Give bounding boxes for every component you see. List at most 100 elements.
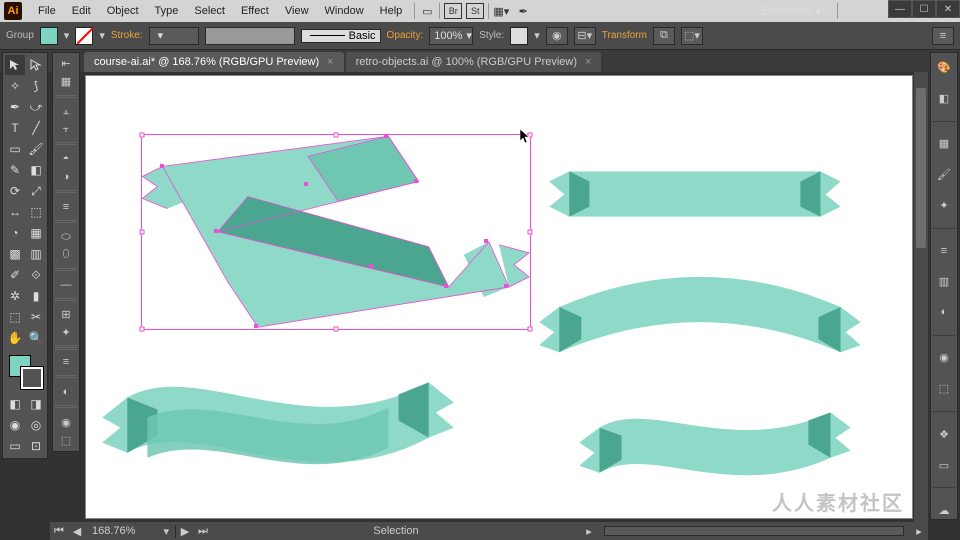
menu-help[interactable]: Help: [372, 5, 411, 17]
symbols-panel-icon[interactable]: ✦: [934, 197, 954, 214]
prev-artboard-button[interactable]: ◀: [68, 523, 86, 539]
appearance-panel-icon[interactable]: ◉: [934, 350, 954, 367]
symbols-icon[interactable]: ✦: [56, 326, 76, 340]
align-left-icon[interactable]: ⫠: [56, 105, 76, 119]
slice-tool[interactable]: ✂: [26, 307, 46, 327]
column-graph-tool[interactable]: ▮: [26, 286, 46, 306]
transparency-panel-icon[interactable]: ◐: [934, 304, 954, 321]
perspective-tool[interactable]: ▦: [26, 223, 46, 243]
handle-se[interactable]: [528, 327, 533, 332]
variable-width-profile[interactable]: Basic: [301, 29, 381, 43]
color-mode-icon[interactable]: ◧: [5, 394, 25, 414]
gradient-mode-icon[interactable]: ◨: [26, 394, 46, 414]
anchor-point[interactable]: [484, 239, 488, 243]
handle-s[interactable]: [334, 327, 339, 332]
align-top-icon[interactable]: ⫟: [56, 123, 76, 137]
pen-tool[interactable]: ✒: [5, 97, 25, 117]
handle-n[interactable]: [334, 133, 339, 138]
align-icon[interactable]: ⊟▾: [574, 27, 596, 45]
panel-menu-icon[interactable]: ≡: [932, 27, 954, 45]
scale-tool[interactable]: ⤢: [26, 181, 46, 201]
zoom-level[interactable]: 168.76%▾: [86, 525, 176, 538]
stroke-weight-input[interactable]: ▾: [149, 27, 199, 45]
graphic-styles-icon[interactable]: ⬚: [56, 433, 76, 447]
rectangle-tool[interactable]: ▭: [5, 139, 25, 159]
eyedropper-tool[interactable]: ✐: [5, 265, 25, 285]
appearance-icon[interactable]: ◉: [56, 415, 76, 429]
magic-wand-tool[interactable]: ✧: [5, 76, 25, 96]
workspace-switcher[interactable]: Essentials▾: [753, 5, 829, 18]
text-align-icon[interactable]: ≡: [56, 200, 76, 214]
selection-tool[interactable]: [5, 55, 25, 75]
isolate-icon[interactable]: ⧉: [653, 27, 675, 45]
mesh-tool[interactable]: ▩: [5, 244, 25, 264]
anchor-point[interactable]: [384, 134, 388, 138]
anchor-point[interactable]: [160, 164, 164, 168]
shape-builder-tool[interactable]: ◔: [5, 223, 25, 243]
stroke-panel-icon[interactable]: ≡: [56, 356, 76, 370]
gradient-panel-icon[interactable]: ▥: [934, 273, 954, 290]
style-swatch[interactable]: [510, 27, 528, 45]
paintbrush-tool[interactable]: 🖌: [26, 139, 46, 159]
transform-label[interactable]: Transform: [602, 30, 647, 41]
close-tab-icon[interactable]: ×: [327, 56, 333, 68]
anchor-point[interactable]: [504, 284, 508, 288]
stroke-swatch[interactable]: [75, 27, 93, 45]
menu-type[interactable]: Type: [147, 5, 187, 17]
pathfinder-unite-icon[interactable]: ◓: [56, 152, 76, 166]
feather-icon[interactable]: ✒: [515, 3, 531, 19]
rotate-tool[interactable]: ⟳: [5, 181, 25, 201]
handle-nw[interactable]: [140, 133, 145, 138]
brush-definition[interactable]: [205, 27, 295, 45]
status-menu-icon[interactable]: ▸: [580, 523, 598, 539]
layers-panel-icon[interactable]: ❖: [934, 426, 954, 443]
line-tool[interactable]: ╱: [26, 118, 46, 138]
shaper-tool[interactable]: ✎: [5, 160, 25, 180]
brush-panel-icon[interactable]: —: [56, 278, 76, 292]
brushes-panel-icon[interactable]: 🖌: [934, 166, 954, 183]
artboards-panel-icon[interactable]: ▭: [934, 457, 954, 474]
color-panel-icon[interactable]: 🎨: [934, 59, 954, 76]
eraser-tool[interactable]: ◧: [26, 160, 46, 180]
type-tool[interactable]: T: [5, 118, 25, 138]
graphic-styles-panel-icon[interactable]: ⬚: [934, 380, 954, 397]
zoom-tool[interactable]: 🔍: [26, 328, 46, 348]
expand-icon[interactable]: ⬯: [56, 248, 76, 262]
menu-view[interactable]: View: [277, 5, 317, 17]
menu-window[interactable]: Window: [317, 5, 372, 17]
tab-retro-objects[interactable]: retro-objects.ai @ 100% (RGB/GPU Preview…: [346, 52, 602, 72]
color-guide-icon[interactable]: ◧: [934, 90, 954, 107]
hand-tool[interactable]: ✋: [5, 328, 25, 348]
shape-icon[interactable]: ⬚▾: [681, 27, 703, 45]
menu-edit[interactable]: Edit: [64, 5, 99, 17]
fill-stroke-control[interactable]: [5, 353, 46, 393]
menu-object[interactable]: Object: [99, 5, 147, 17]
anchor-point[interactable]: [414, 179, 418, 183]
fill-swatch[interactable]: [40, 27, 58, 45]
canvas[interactable]: 人人素材社区: [86, 76, 912, 518]
direct-selection-tool[interactable]: [26, 55, 46, 75]
align-h-icon[interactable]: ⇤: [56, 57, 76, 71]
blend-tool[interactable]: ⟐: [26, 265, 46, 285]
anchor-point[interactable]: [444, 284, 448, 288]
vertical-scrollbar[interactable]: [914, 72, 928, 522]
minimize-button[interactable]: —: [888, 0, 912, 18]
transparency-icon[interactable]: ◐: [56, 385, 76, 399]
stroke-color[interactable]: [21, 367, 43, 389]
stroke-label[interactable]: Stroke:: [111, 30, 143, 41]
horizontal-scrollbar[interactable]: [604, 526, 904, 536]
swatches-panel-icon[interactable]: ▦: [934, 135, 954, 152]
anchor-point[interactable]: [369, 264, 373, 268]
lasso-tool[interactable]: ⟆: [26, 76, 46, 96]
change-screen-icon[interactable]: ⊡: [26, 436, 46, 456]
first-artboard-button[interactable]: ⏮: [50, 523, 68, 539]
screen-mode-icon[interactable]: ▭: [5, 436, 25, 456]
anchor-point[interactable]: [254, 324, 258, 328]
draw-normal-icon[interactable]: ◉: [5, 415, 25, 435]
anchor-point[interactable]: [304, 182, 308, 186]
tab-course-ai[interactable]: course-ai.ai* @ 168.76% (RGB/GPU Preview…: [84, 52, 344, 72]
pathfinder-minus-icon[interactable]: ◑: [56, 170, 76, 184]
stroke-dock-icon[interactable]: ≡: [934, 242, 954, 259]
selection-bounding-box[interactable]: [141, 134, 531, 330]
close-button[interactable]: ✕: [936, 0, 960, 18]
